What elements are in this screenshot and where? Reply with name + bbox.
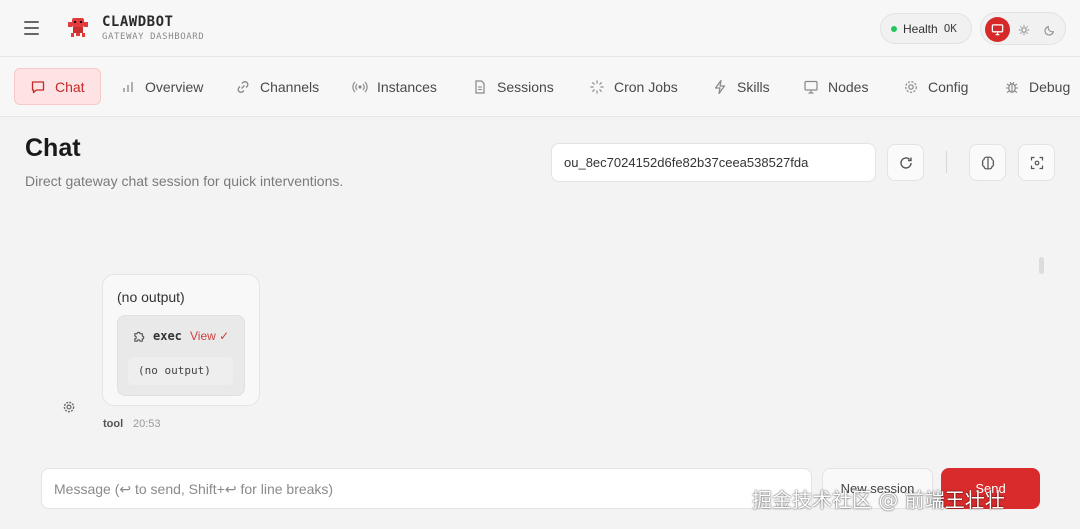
tool-name: exec [153,329,182,343]
main-nav-tabs: Chat Overview Channels Instances Session… [0,57,1080,117]
focus-mode-button[interactable] [1018,144,1055,181]
theme-switcher [980,12,1066,45]
tab-sessions[interactable]: Sessions [457,68,569,105]
tab-debug[interactable]: Debug [989,68,1080,105]
document-icon [475,79,485,94]
broadcast-icon [352,81,368,92]
link-icon [237,80,249,93]
health-status-badge: Health OK [880,13,972,44]
message-sender: tool [103,418,124,430]
message-text: (no output) [117,289,185,305]
page-subtitle: Direct gateway chat session for quick in… [25,173,344,189]
send-button[interactable]: Send [941,468,1040,509]
tab-label: Instances [377,78,437,95]
theme-system-button[interactable] [985,17,1010,42]
toolbar-divider [946,151,947,173]
tab-skills[interactable]: Skills [697,68,785,105]
tab-label: Overview [145,78,204,95]
thinking-toggle-button[interactable] [969,144,1006,181]
tab-label: Sessions [497,78,554,95]
brand-name: CLAWDBOT [102,14,174,30]
theme-dark-button[interactable] [1037,17,1062,42]
theme-light-button[interactable] [1011,17,1036,42]
session-key-input[interactable] [551,143,876,182]
message-time: 20:53 [133,418,161,430]
bar-chart-icon [123,81,133,92]
chat-icon [31,80,45,93]
puzzle-icon [134,331,145,342]
tab-instances[interactable]: Instances [337,68,452,105]
focus-icon [1030,156,1043,169]
page-title: Chat [25,134,81,162]
bug-icon [1006,81,1018,93]
tool-avatar-gear-icon [63,401,75,413]
sun-icon [1018,24,1029,35]
lobster-logo-icon [68,18,88,37]
moon-icon [1044,25,1054,35]
tab-label: Channels [260,78,320,95]
message-input[interactable] [41,468,812,509]
tab-label: Config [928,78,969,95]
tab-label: Skills [737,78,770,95]
tab-label: Chat [55,78,85,95]
chat-scrollbar[interactable] [1039,257,1044,274]
refresh-button[interactable] [887,144,924,181]
monitor-icon [804,80,818,94]
brain-icon [981,156,994,169]
health-value: OK [943,22,957,35]
tab-label: Nodes [828,78,869,95]
top-header: CLAWDBOT GATEWAY DASHBOARD Health OK [0,0,1080,57]
gear-icon [905,80,917,93]
brand-subtitle: GATEWAY DASHBOARD [102,32,205,42]
tab-chat[interactable]: Chat [14,68,101,105]
tab-cron-jobs[interactable]: Cron Jobs [574,68,693,105]
tool-view-link[interactable]: View ✓ [190,329,229,343]
tab-label: Debug [1029,78,1071,95]
tab-config[interactable]: Config [888,68,983,105]
health-dot-icon [891,25,897,32]
tab-channels[interactable]: Channels [220,68,334,105]
tool-output: (no output) [128,357,233,385]
monitor-icon [991,24,1004,36]
refresh-icon [899,156,912,169]
tab-overview[interactable]: Overview [105,68,218,105]
tool-call-card: exec View ✓ (no output) [117,315,245,396]
tab-label: Cron Jobs [614,78,678,95]
bolt-icon [714,79,726,94]
tool-message-bubble: (no output) exec View ✓ (no output) [102,274,260,406]
health-label: Health [903,21,938,36]
loader-icon [590,80,604,93]
tab-nodes[interactable]: Nodes [788,68,883,105]
new-session-button[interactable]: New session [822,468,933,509]
menu-toggle-button[interactable] [22,18,44,38]
